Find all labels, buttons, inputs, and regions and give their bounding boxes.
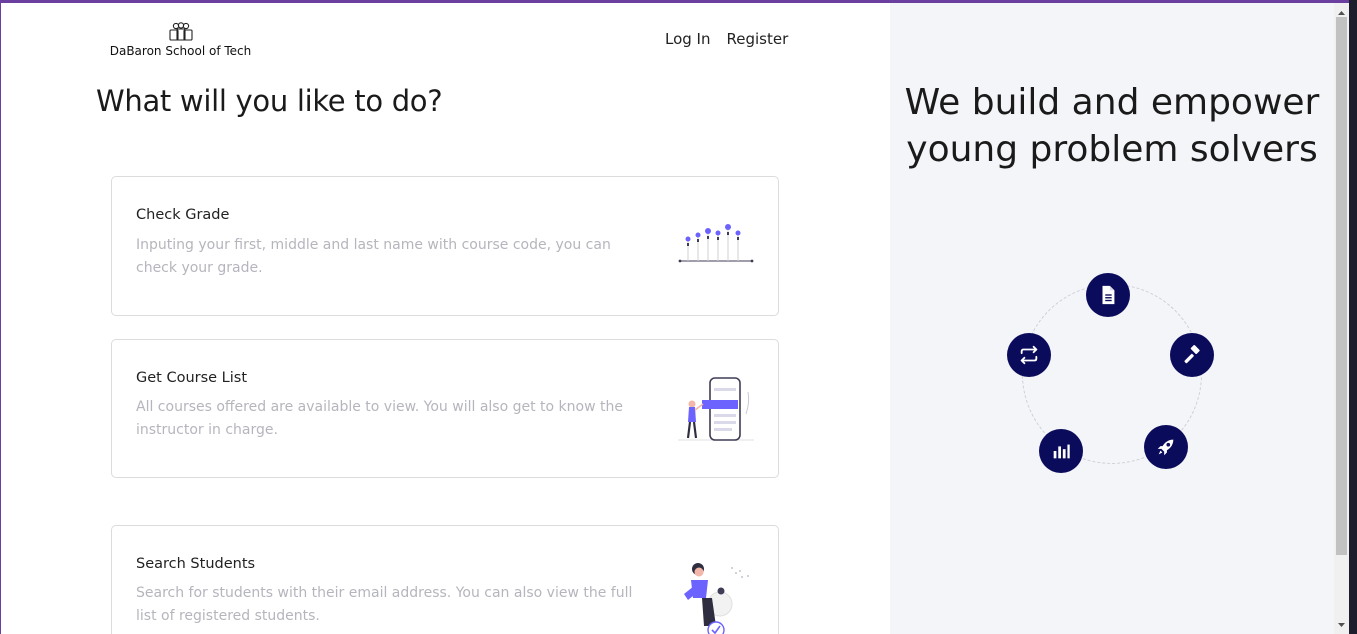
hammer-icon[interactable] (1170, 333, 1214, 377)
login-link[interactable]: Log In (665, 30, 711, 48)
rocket-icon[interactable] (1144, 425, 1188, 469)
students-group-icon (168, 22, 193, 41)
card-description: Search for students with their email add… (136, 585, 633, 624)
card-title: Get Course List (136, 370, 248, 386)
brand-logo[interactable]: DaBaron School of Tech (103, 22, 258, 58)
grade-chart-illustration (678, 224, 754, 263)
scroll-down-arrow-icon[interactable] (1334, 619, 1349, 631)
scroll-thumb[interactable] (1336, 17, 1347, 555)
swap-arrows-icon[interactable] (1007, 333, 1051, 377)
search-students-illustration (684, 563, 749, 634)
get-course-list-card[interactable]: Get Course List All courses offered are … (111, 339, 779, 478)
course-list-phone-illustration (678, 377, 754, 441)
register-link[interactable]: Register (727, 30, 789, 48)
page-scrollbar[interactable] (1334, 3, 1349, 634)
card-description: All courses offered are available to vie… (136, 399, 623, 438)
document-icon[interactable] (1086, 273, 1130, 317)
card-title: Search Students (136, 556, 256, 572)
check-grade-card[interactable]: Check Grade Inputing your first, middle … (111, 176, 779, 316)
features-orbit (1007, 269, 1217, 479)
page-title: What will you like to do? (96, 84, 443, 118)
search-students-card[interactable]: Search Students Search for students with… (111, 525, 779, 634)
bar-chart-icon[interactable] (1039, 429, 1083, 473)
top-nav: Log In Register (665, 30, 788, 48)
card-title: Check Grade (136, 207, 230, 223)
tagline: We build and empower young problem solve… (904, 82, 1320, 170)
brand-name: DaBaron School of Tech (109, 44, 252, 58)
window-edge (1349, 0, 1357, 634)
right-panel: We build and empower young problem solve… (890, 3, 1334, 634)
left-edge-line (0, 0, 1, 634)
card-description: Inputing your first, middle and last nam… (136, 237, 611, 276)
